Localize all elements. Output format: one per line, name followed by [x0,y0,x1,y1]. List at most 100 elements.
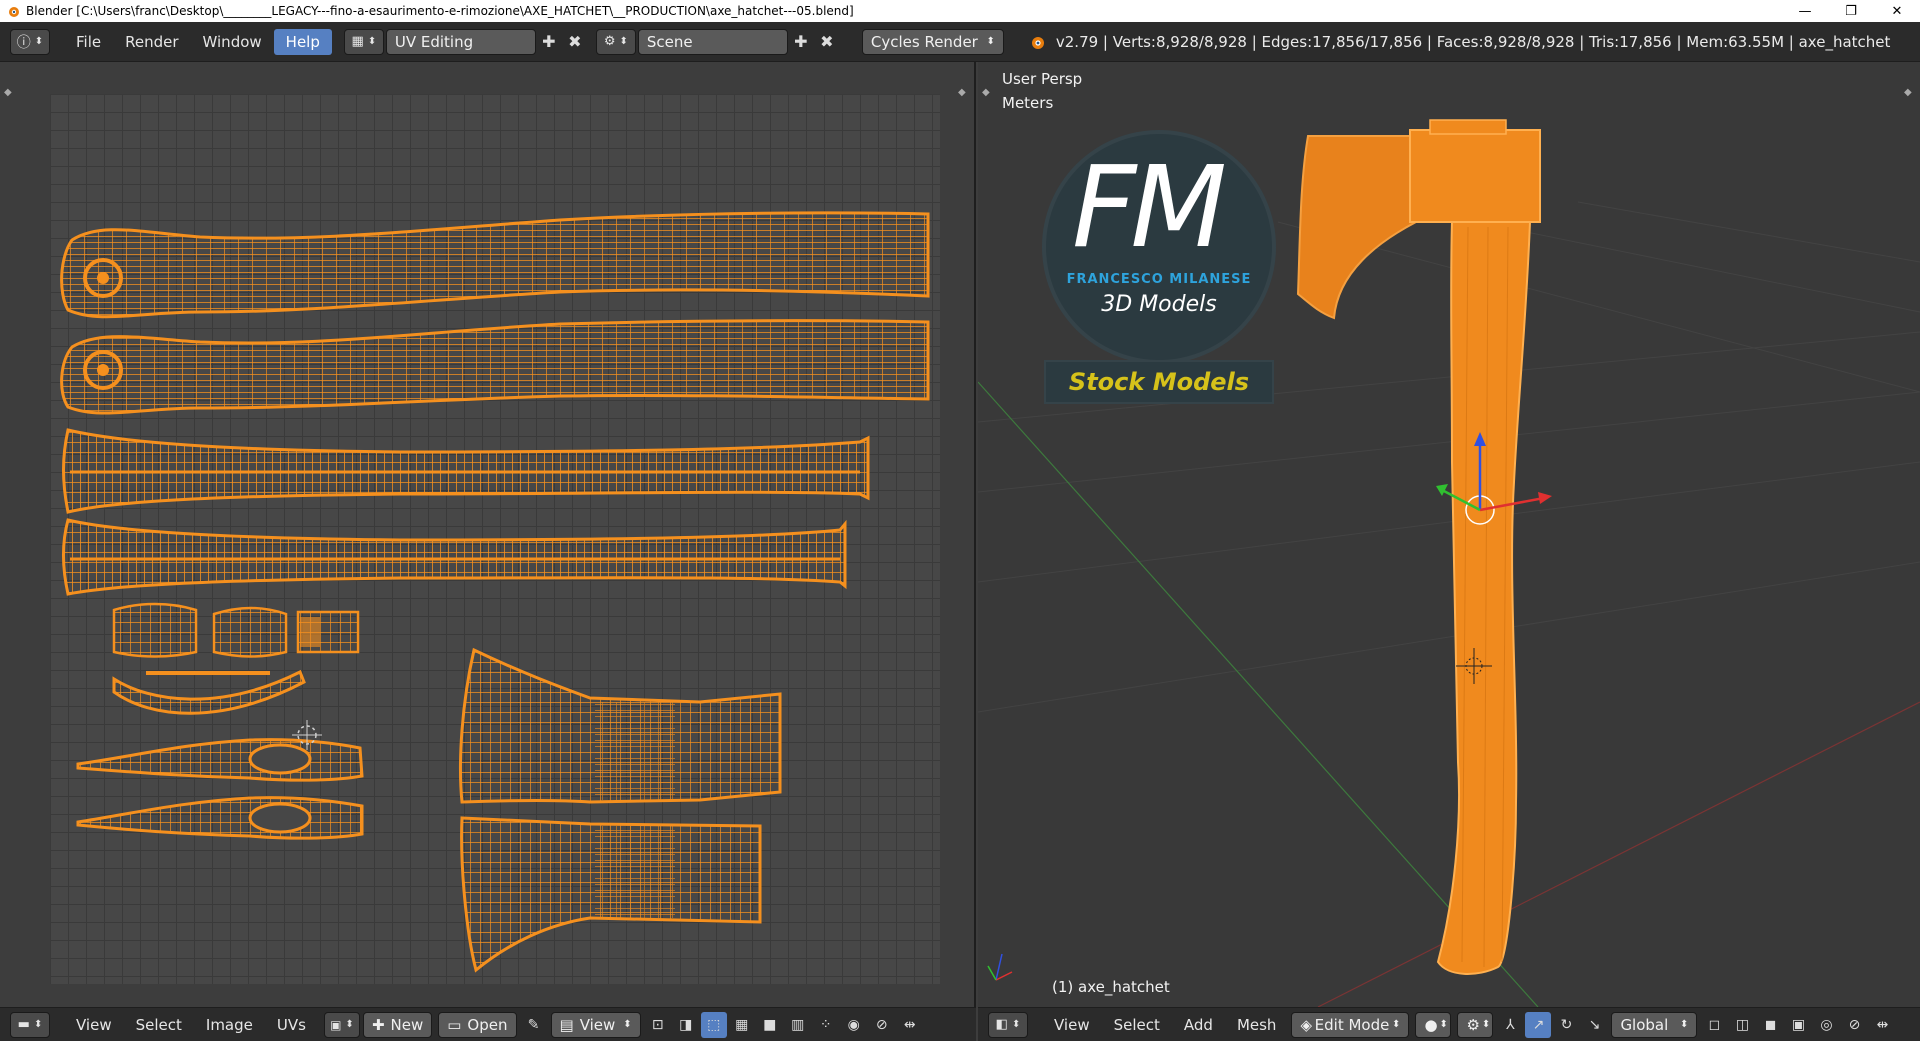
uv-editor-type-selector[interactable]: ▬ ⬍ [10,1011,50,1038]
uv-island-side-1[interactable] [62,428,870,514]
rotate-manipulator-icon[interactable]: ↻ [1553,1012,1579,1038]
open-image-button[interactable]: ▭ Open [438,1011,517,1038]
uv-island-side-2[interactable] [62,518,847,596]
occlude-geometry-icon[interactable]: ▣ [1785,1012,1811,1038]
plus-icon: ✚ [371,1015,385,1034]
uv-island-axe-head-1[interactable] [459,647,782,804]
face-mode-icon[interactable]: ◼ [1757,1012,1783,1038]
translate-manipulator-icon[interactable]: ↗ [1525,1011,1552,1038]
maximize-button[interactable]: ❐ [1828,0,1874,22]
uv-menu-uvs[interactable]: UVs [265,1012,318,1038]
blender-logo-icon [9,7,19,17]
vp-menu-mesh[interactable]: Mesh [1225,1012,1289,1038]
uv-menu-image[interactable]: Image [194,1012,265,1038]
delete-layout-icon[interactable]: ✖ [562,29,588,55]
manipulator-icon[interactable]: ⅄ [1497,1012,1523,1038]
scene-selector[interactable]: ⚙ ⬍ [595,28,636,55]
menu-file[interactable]: File [64,29,113,55]
uv-image-editor[interactable]: ◆ ◆ [0,62,976,1007]
fm-logo: FM FRANCESCO MILANESE 3D Models [1046,134,1272,360]
updown-icon: ⬍ [623,1019,632,1030]
solid-shading-icon: ● [1424,1015,1438,1034]
new-image-button[interactable]: ✚ New [362,1011,433,1038]
pivot-point-dropdown[interactable]: ⚙ ⬍ [1457,1011,1494,1038]
edge-select-icon[interactable]: ▦ [729,1012,755,1038]
snap-element-icon[interactable]: ⇹ [1869,1012,1895,1038]
menu-render[interactable]: Render [113,29,190,55]
scene-name-field[interactable]: Scene [637,28,788,55]
pin-icon[interactable]: ✎ [521,1012,547,1038]
snap-element-icon[interactable]: ⇹ [897,1012,923,1038]
vp-menu-add[interactable]: Add [1172,1012,1225,1038]
menu-help[interactable]: Help [273,28,332,55]
layout-name-field[interactable]: UV Editing [385,28,536,55]
edge-mode-icon[interactable]: ◫ [1729,1012,1755,1038]
scene-statistics: v2.79 | Verts:8,928/8,928 | Edges:17,856… [1055,32,1891,51]
uv-island-handle-2[interactable] [60,319,930,415]
3d-view-icon: ◧ [995,1017,1008,1032]
uv-view-mode-dropdown[interactable]: ▤ View ⬍ [550,1011,641,1038]
layout-selector[interactable]: ▦ ⬍ [343,28,384,55]
x-axis-line [1317,701,1920,1007]
axe-handle-mesh[interactable] [1436,221,1532,975]
uv-islands[interactable] [0,62,976,1007]
uv-island-handle-1[interactable] [60,211,930,319]
updown-icon: ⬍ [33,1019,43,1030]
sticky-select-icon[interactable]: ⁘ [813,1012,839,1038]
minimize-button[interactable]: — [1782,0,1828,22]
interaction-mode-dropdown[interactable]: ◈ Edit Mode ⬍ [1291,1011,1410,1038]
updown-icon: ⬍ [1392,1019,1401,1030]
updown-icon: ⬍ [1439,1019,1448,1030]
vp-menu-view[interactable]: View [1042,1012,1102,1038]
island-select-icon[interactable]: ▥ [785,1012,811,1038]
proportional-edit-icon[interactable]: ◉ [841,1012,867,1038]
menu-window[interactable]: Window [191,29,274,55]
image-browse-button[interactable]: ▣ ⬍ [323,1011,360,1038]
updown-icon: ⬍ [1680,1019,1689,1030]
render-engine-dropdown[interactable]: Cycles Render ⬍ [861,28,1004,55]
updown-icon: ⬍ [345,1019,354,1030]
snap-icon[interactable]: ⊘ [869,1012,895,1038]
folder-icon: ▭ [447,1015,462,1034]
pivot-icon: ⚙ [1466,1015,1480,1034]
stock-models-banner: Stock Models [1044,360,1274,404]
editor-type-selector[interactable]: ⓘ ⬍ [10,28,50,55]
logo-brand: FRANCESCO MILANESE [1066,272,1252,287]
add-scene-icon[interactable]: ✚ [788,29,814,55]
updown-icon: ⬍ [34,36,44,47]
delete-scene-icon[interactable]: ✖ [814,29,840,55]
logo-letters: FM [1072,143,1227,273]
uv-island-small-parts[interactable] [76,602,364,840]
transform-orientation-dropdown[interactable]: Global ⬍ [1611,1011,1698,1038]
add-layout-icon[interactable]: ✚ [536,29,562,55]
vp-menu-select[interactable]: Select [1102,1012,1172,1038]
scene-icon: ⚙ [603,34,616,49]
uv-island-axe-head-2[interactable] [460,816,762,973]
3d-view-header: ◧ ⬍ View Select Add Mesh ◈ Edit Mode ⬍ ● ⬍ ⚙… [978,1007,1920,1041]
updown-icon: ⬍ [986,36,995,47]
active-object-label: (1) axe_hatchet [1052,978,1170,996]
uv-menu-select[interactable]: Select [124,1012,194,1038]
new-label: New [390,1015,424,1034]
sync-selection-icon[interactable]: ◨ [673,1012,699,1038]
vertex-mode-icon[interactable]: ◻ [1701,1012,1727,1038]
face-select-icon[interactable]: ■ [757,1012,783,1038]
updown-icon: ⬍ [367,36,377,47]
viewport-shading-dropdown[interactable]: ● ⬍ [1415,1011,1452,1038]
scale-manipulator-icon[interactable]: ↘ [1581,1012,1607,1038]
orientation-label: Global [1620,1015,1669,1034]
uv-editor-header: ▬ ⬍ View Select Image UVs ▣ ⬍ ✚ New ▭ Open ✎… [0,1007,976,1041]
proportional-edit-icon[interactable]: ◎ [1813,1012,1839,1038]
window-title: Blender [C:\Users\franc\Desktop\________… [26,4,854,18]
3d-viewport[interactable]: ◆ ◆ User Persp Meters FM FRANCESCO MILAN… [978,62,1920,1007]
uv-menu-view[interactable]: View [64,1012,124,1038]
updown-icon: ⬍ [619,36,628,47]
snap-icon[interactable]: ⊘ [1841,1012,1867,1038]
edit-mode-icon: ◈ [1300,1015,1312,1034]
view-mode-label: View [579,1015,616,1034]
close-button[interactable]: ✕ [1874,0,1920,22]
pivot-icon[interactable]: ⊡ [645,1012,671,1038]
3d-view-editor-type-selector[interactable]: ◧ ⬍ [988,1011,1028,1038]
vertex-select-icon[interactable]: ⬚ [700,1011,727,1038]
image-icon: ▣ [330,1017,342,1032]
